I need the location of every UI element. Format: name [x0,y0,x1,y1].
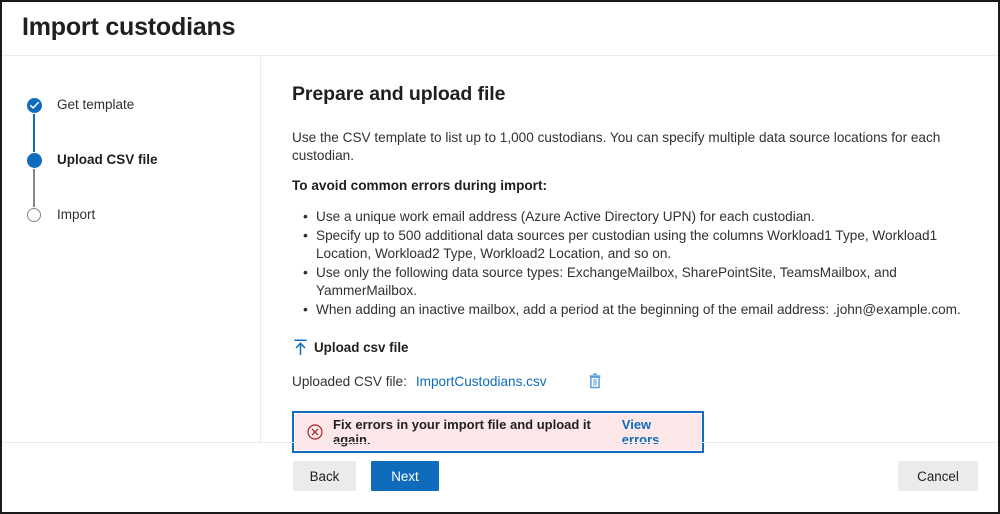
intro-paragraph: Use the CSV template to list up to 1,000… [292,130,941,163]
dialog-header: Import custodians [2,2,998,56]
empty-circle-icon [27,208,41,222]
upload-arrow-icon [292,338,309,356]
uploaded-file-link[interactable]: ImportCustodians.csv [416,374,547,389]
wizard-stepper: Get template Upload CSV file Import [24,97,239,223]
step-connector [33,169,35,207]
list-item: Use only the following data source types… [303,263,980,301]
upload-csv-file-label: Upload csv file [314,339,409,355]
back-button[interactable]: Back [293,461,356,491]
error-circle-x-icon [307,424,323,440]
sidebar-item-label: Get template [57,97,135,112]
filled-circle-icon [26,153,42,168]
import-custodians-dialog: Import custodians Get template Upload CS… [0,0,1000,514]
main-content: Prepare and upload file Use the CSV temp… [292,83,980,453]
sidebar-item-label: Import [57,207,96,222]
cancel-button[interactable]: Cancel [898,461,978,491]
upload-csv-file-button[interactable]: Upload csv file [292,338,980,356]
step-marker-upload-csv-file [24,152,44,207]
sidebar-item-import[interactable]: Import [24,207,239,223]
list-item: Specify up to 500 additional data source… [303,226,980,264]
step-marker-get-template [24,97,44,152]
tips-list: Use a unique work email address (Azure A… [292,207,980,320]
step-marker-import [24,207,44,222]
sidebar-item-upload-csv-file[interactable]: Upload CSV file [24,152,239,207]
list-item: Use a unique work email address (Azure A… [303,207,980,227]
vertical-divider [260,57,261,442]
section-heading: Prepare and upload file [292,83,506,105]
sidebar-item-get-template[interactable]: Get template [24,97,239,152]
uploaded-file-label: Uploaded CSV file: [292,373,407,389]
list-item: When adding an inactive mailbox, add a p… [303,300,980,320]
uploaded-file-row: Uploaded CSV file: ImportCustodians.csv [292,372,980,390]
tips-subheading: To avoid common errors during import: [292,178,548,193]
step-connector [33,114,35,152]
dialog-footer: Back Next Cancel [2,443,998,512]
page-title: Import custodians [22,13,236,41]
next-button[interactable]: Next [371,461,439,491]
check-circle-icon [26,98,42,113]
sidebar-item-label: Upload CSV file [57,152,158,167]
trash-icon[interactable] [587,372,603,390]
dialog-body: Get template Upload CSV file Import Prep… [2,57,998,453]
